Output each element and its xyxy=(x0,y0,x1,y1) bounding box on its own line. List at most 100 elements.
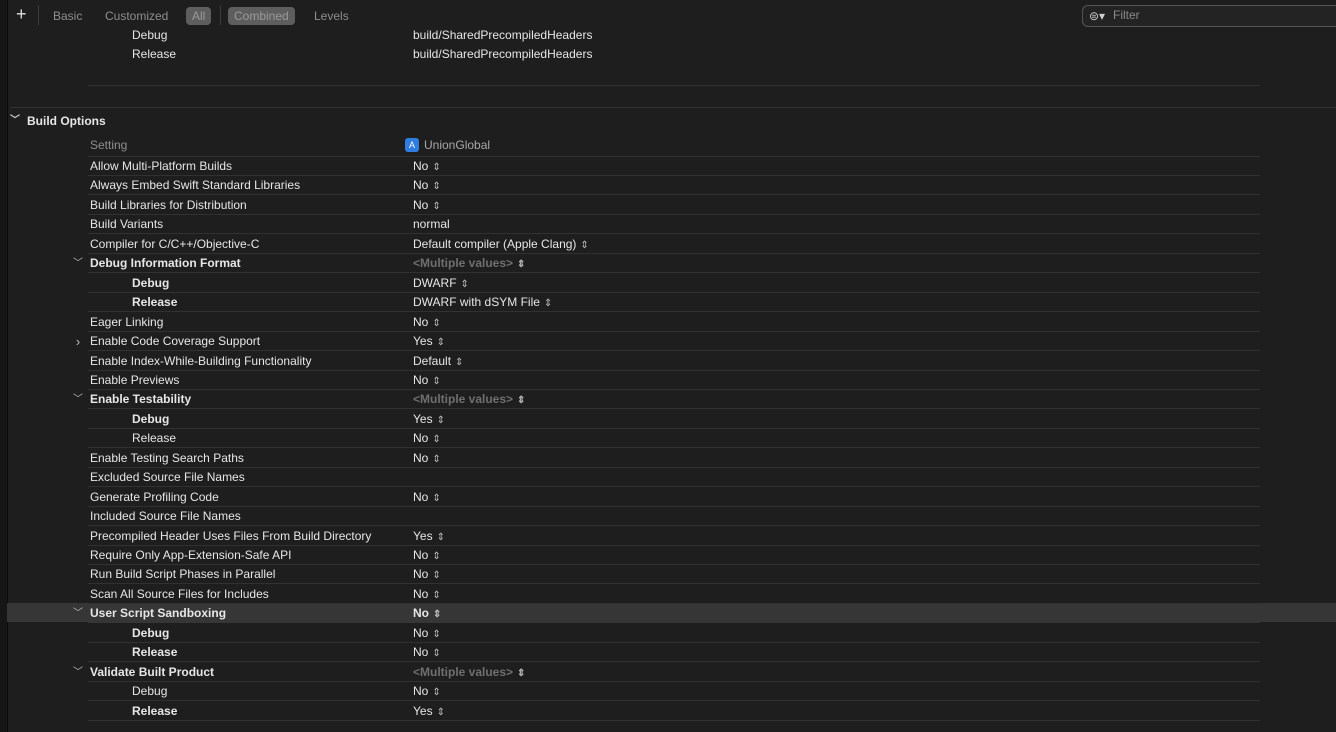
setting-row[interactable]: Enable Testing Search Paths No ⇕ xyxy=(88,449,1260,468)
setting-value[interactable]: No ⇕ xyxy=(413,546,441,566)
setting-value[interactable]: Yes ⇕ xyxy=(413,527,445,547)
setting-row[interactable]: ﹀ Enable Testability <Multiple values> ⇕ xyxy=(73,390,1260,409)
setting-value[interactable]: No ⇕ xyxy=(413,157,441,177)
setting-value[interactable]: Yes ⇕ xyxy=(413,702,445,722)
setting-value[interactable]: No ⇕ xyxy=(413,313,441,333)
setting-row[interactable]: Always Embed Swift Standard Libraries No ⇕ xyxy=(88,176,1260,195)
stepper-icon[interactable]: ⇕ xyxy=(517,259,525,270)
stepper-icon[interactable]: ⇕ xyxy=(432,551,440,562)
setting-value[interactable]: <Multiple values> ⇕ xyxy=(413,663,525,683)
stepper-icon[interactable]: ⇕ xyxy=(432,162,440,173)
stepper-icon[interactable]: ⇕ xyxy=(517,668,525,679)
setting-row[interactable]: Debug No ⇕ xyxy=(88,682,1260,701)
setting-row[interactable]: Generate Profiling Code No ⇕ xyxy=(88,488,1260,507)
setting-value[interactable]: No ⇕ xyxy=(413,682,441,702)
setting-value[interactable]: <Multiple values> ⇕ xyxy=(413,254,525,274)
setting-value[interactable]: No ⇕ xyxy=(413,643,441,663)
stepper-icon[interactable]: ⇕ xyxy=(544,298,552,309)
setting-row[interactable]: ﹀ User Script Sandboxing No ⇕ xyxy=(73,604,1260,624)
setting-row[interactable]: ﹀ Validate Built Product <Multiple values>… xyxy=(73,663,1260,683)
setting-value[interactable]: No ⇕ xyxy=(413,488,441,508)
filter-input[interactable] xyxy=(1113,7,1333,23)
setting-row[interactable]: Precompiled Header Uses Files From Build… xyxy=(88,527,1260,546)
setting-row[interactable]: Release No ⇕ xyxy=(88,429,1260,448)
stepper-icon[interactable]: ⇕ xyxy=(432,648,440,659)
setting-row[interactable]: Release No ⇕ xyxy=(88,643,1260,662)
stepper-icon[interactable]: ⇕ xyxy=(432,590,440,601)
stepper-icon[interactable]: ⇕ xyxy=(432,570,440,581)
setting-value[interactable]: build/SharedPrecompiledHeaders xyxy=(413,26,592,45)
stepper-icon[interactable]: ⇕ xyxy=(461,279,469,290)
section-build-options[interactable]: ﹀ Build Options xyxy=(8,112,248,130)
setting-value[interactable]: No ⇕ xyxy=(413,604,441,624)
stepper-icon[interactable]: ⇕ xyxy=(432,629,440,640)
chevron-down-icon[interactable]: ﹀ xyxy=(72,663,84,682)
setting-row[interactable]: Release DWARF with dSYM File ⇕ xyxy=(88,293,1260,312)
stepper-icon[interactable]: ⇕ xyxy=(432,493,440,504)
setting-row[interactable]: Enable Previews No ⇕ xyxy=(88,371,1260,390)
stepper-icon[interactable]: ⇕ xyxy=(437,707,445,718)
filter-field[interactable]: ⊜▾ xyxy=(1082,5,1336,27)
stepper-icon[interactable]: ⇕ xyxy=(437,532,445,543)
stepper-icon[interactable]: ⇕ xyxy=(437,337,445,348)
tab-levels[interactable]: Levels xyxy=(314,7,349,25)
setting-value[interactable]: normal xyxy=(413,215,450,234)
setting-row[interactable]: Enable Index-While-Building Functionalit… xyxy=(88,352,1260,371)
stepper-icon[interactable]: ⇕ xyxy=(437,415,445,426)
setting-row[interactable]: ﹀ Debug Information Format <Multiple value… xyxy=(73,254,1260,274)
setting-value[interactable]: No ⇕ xyxy=(413,565,441,585)
stepper-icon[interactable]: ⇕ xyxy=(455,357,463,368)
setting-row[interactable]: Eager Linking No ⇕ xyxy=(88,313,1260,332)
setting-row[interactable]: Debug build/SharedPrecompiledHeaders xyxy=(88,26,1260,45)
setting-row[interactable]: Release Yes ⇕ xyxy=(88,702,1260,721)
stepper-icon[interactable]: ⇕ xyxy=(433,609,441,620)
stepper-icon[interactable]: ⇕ xyxy=(432,318,440,329)
setting-row[interactable]: Allow Multi-Platform Builds No ⇕ xyxy=(88,157,1260,176)
setting-value[interactable]: No ⇕ xyxy=(413,196,441,216)
setting-value[interactable]: build/SharedPrecompiledHeaders xyxy=(413,45,592,64)
tab-customized[interactable]: Customized xyxy=(105,7,168,25)
stepper-icon[interactable]: ⇕ xyxy=(432,201,440,212)
setting-value[interactable]: No ⇕ xyxy=(413,429,441,449)
chevron-right-icon[interactable]: › xyxy=(72,332,84,351)
stepper-icon[interactable]: ⇕ xyxy=(432,454,440,465)
tab-combined[interactable]: Combined xyxy=(228,7,295,25)
target-column-header[interactable]: A UnionGlobal xyxy=(405,134,490,156)
setting-row[interactable]: Debug Yes ⇕ xyxy=(88,410,1260,429)
setting-row[interactable]: Included Source File Names xyxy=(88,507,1260,526)
setting-row[interactable]: Build Libraries for Distribution No ⇕ xyxy=(88,196,1260,215)
setting-value[interactable]: Yes ⇕ xyxy=(413,332,445,352)
tab-all[interactable]: All xyxy=(186,7,212,25)
chevron-down-icon[interactable]: ﹀ xyxy=(72,604,84,623)
setting-value[interactable]: DWARF with dSYM File ⇕ xyxy=(413,293,552,313)
setting-value[interactable]: No ⇕ xyxy=(413,371,441,391)
setting-row[interactable]: Release build/SharedPrecompiledHeaders xyxy=(88,45,1260,64)
stepper-icon[interactable]: ⇕ xyxy=(580,240,588,251)
setting-value[interactable]: Default compiler (Apple Clang) ⇕ xyxy=(413,235,589,255)
setting-row[interactable]: Debug DWARF ⇕ xyxy=(88,274,1260,293)
filter-icon[interactable]: ⊜▾ xyxy=(1089,9,1105,23)
setting-value[interactable]: No ⇕ xyxy=(413,449,441,469)
chevron-down-icon[interactable]: ﹀ xyxy=(72,254,84,273)
stepper-icon[interactable]: ⇕ xyxy=(432,376,440,387)
setting-row[interactable]: Run Build Script Phases in Parallel No ⇕ xyxy=(88,565,1260,584)
stepper-icon[interactable]: ⇕ xyxy=(432,687,440,698)
tab-basic[interactable]: Basic xyxy=(53,7,82,25)
setting-row[interactable]: Scan All Source Files for Includes No ⇕ xyxy=(88,585,1260,604)
chevron-down-icon[interactable]: ﹀ xyxy=(10,112,20,130)
stepper-icon[interactable]: ⇕ xyxy=(432,181,440,192)
setting-row[interactable]: Require Only App-Extension-Safe API No ⇕ xyxy=(88,546,1260,565)
setting-row[interactable]: Excluded Source File Names xyxy=(88,468,1260,487)
setting-row[interactable]: Build Variants normal xyxy=(88,215,1260,234)
add-icon[interactable]: + xyxy=(16,4,27,24)
setting-row[interactable]: › Enable Code Coverage Support Yes ⇕ xyxy=(76,332,1260,352)
chevron-down-icon[interactable]: ﹀ xyxy=(72,390,84,409)
stepper-icon[interactable]: ⇕ xyxy=(517,395,525,406)
setting-row[interactable]: Compiler for C/C++/Objective-C Default co… xyxy=(88,235,1260,254)
setting-value[interactable]: No ⇕ xyxy=(413,624,441,644)
setting-value[interactable]: Default ⇕ xyxy=(413,352,463,372)
setting-value[interactable]: Yes ⇕ xyxy=(413,410,445,430)
stepper-icon[interactable]: ⇕ xyxy=(432,434,440,445)
setting-row[interactable]: Debug No ⇕ xyxy=(88,624,1260,643)
setting-value[interactable]: No ⇕ xyxy=(413,176,441,196)
